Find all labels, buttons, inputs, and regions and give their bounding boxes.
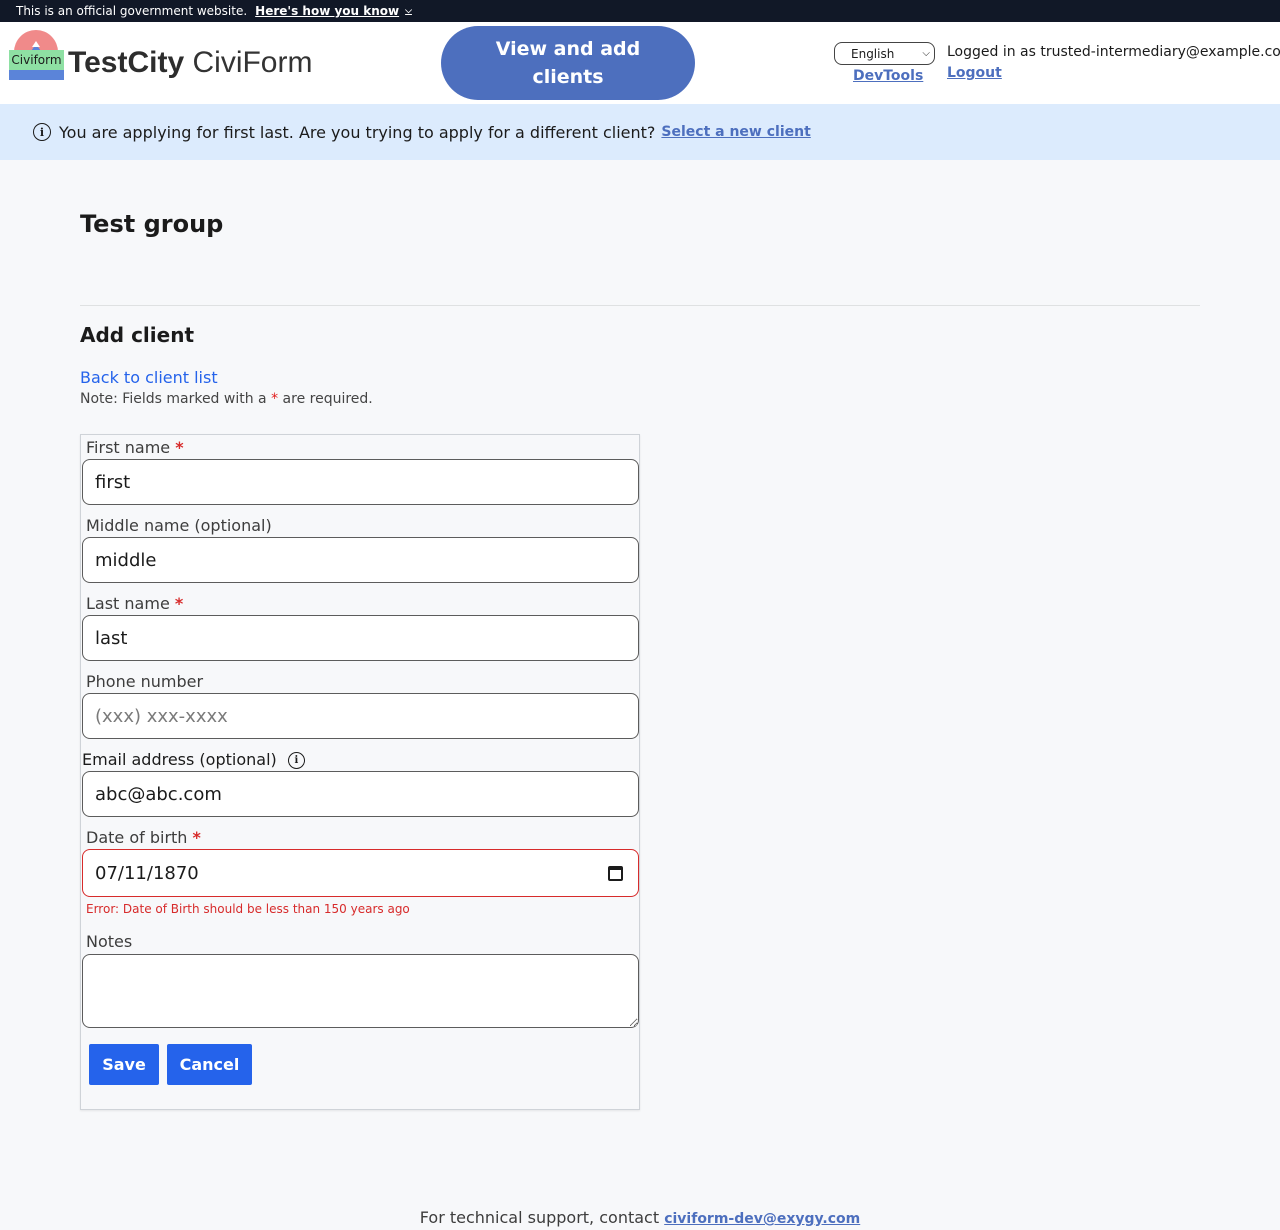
logged-in-status: Logged in as trusted-intermediary@exampl… (947, 44, 1280, 60)
required-star: * (271, 391, 279, 407)
required-fields-note: Note: Fields marked with a * are require… (80, 391, 373, 407)
site-title-city: TestCity (68, 46, 185, 79)
gov-banner: This is an official government website. … (0, 0, 1280, 22)
group-title: Test group (80, 210, 224, 238)
required-star: * (174, 594, 184, 613)
view-and-add-clients-button[interactable]: View and add clients (441, 26, 695, 100)
add-client-form: First name * Middle name (optional) Last… (80, 434, 640, 1110)
chevron-down-icon: ⌵ (405, 6, 412, 16)
calendar-icon[interactable] (608, 866, 623, 881)
language-select-value: English (851, 46, 895, 61)
notes-label: Notes (86, 932, 133, 951)
support-footer: For technical support, contact civiform-… (0, 1208, 1280, 1227)
email-address-label: Email address (optional) i (82, 750, 305, 769)
select-new-client-link[interactable]: Select a new client (661, 124, 810, 140)
required-star: * (175, 438, 184, 457)
section-divider (80, 305, 1200, 306)
note-suffix: are required. (282, 391, 373, 407)
email-address-input[interactable] (82, 771, 639, 817)
footer-text: For technical support, contact (419, 1208, 660, 1227)
date-of-birth-label: Date of birth * (86, 828, 201, 847)
applying-banner-text: You are applying for first last. Are you… (59, 122, 656, 142)
applying-for-client-banner: i You are applying for first last. Are y… (0, 104, 1280, 160)
save-button[interactable]: Save (89, 1044, 159, 1085)
first-name-input[interactable] (82, 459, 639, 505)
add-client-heading: Add client (80, 323, 195, 347)
date-of-birth-error: Error: Date of Birth should be less than… (86, 902, 410, 916)
last-name-input[interactable] (82, 615, 639, 661)
logout-link[interactable]: Logout (947, 65, 1002, 81)
middle-name-input[interactable] (82, 537, 639, 583)
site-header: Civiform TestCity CiviForm View and add … (0, 22, 1280, 104)
heres-how-you-know-link[interactable]: Here's how you know ⌵ (255, 4, 412, 18)
middle-name-label: Middle name (optional) (86, 516, 272, 535)
site-title[interactable]: TestCity CiviForm (68, 46, 312, 80)
cancel-button[interactable]: Cancel (167, 1044, 252, 1085)
last-name-label-text: Last name (86, 594, 170, 613)
date-of-birth-input[interactable] (82, 849, 639, 897)
note-prefix: Note: Fields marked with a (80, 391, 267, 407)
devtools-link[interactable]: DevTools (853, 68, 923, 84)
notes-textarea[interactable] (82, 954, 639, 1028)
last-name-label: Last name * (86, 594, 183, 613)
date-of-birth-label-text: Date of birth (86, 828, 188, 847)
gov-banner-link-label: Here's how you know (255, 4, 400, 18)
phone-number-input[interactable] (82, 693, 639, 739)
site-title-app: CiviForm (192, 46, 313, 79)
required-star: * (192, 828, 201, 847)
logo-label: Civiform (9, 50, 64, 70)
info-icon: i (33, 123, 51, 141)
support-email-link[interactable]: civiform-dev@exygy.com (664, 1211, 860, 1227)
first-name-label: First name * (86, 438, 184, 457)
email-address-label-text: Email address (optional) (82, 750, 277, 769)
chevron-down-icon: ⌵ (922, 48, 930, 59)
civiform-logo[interactable]: Civiform (9, 30, 64, 80)
info-icon[interactable]: i (287, 752, 305, 769)
first-name-label-text: First name (86, 438, 171, 457)
language-select[interactable]: English ⌵ (834, 42, 935, 65)
back-to-client-list-link[interactable]: Back to client list (80, 368, 218, 387)
phone-number-label: Phone number (86, 672, 204, 691)
gov-banner-text: This is an official government website. (16, 4, 248, 18)
